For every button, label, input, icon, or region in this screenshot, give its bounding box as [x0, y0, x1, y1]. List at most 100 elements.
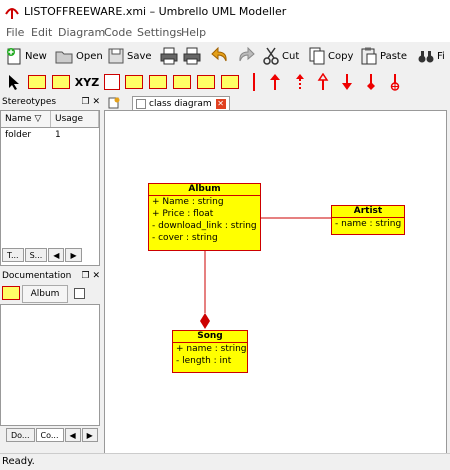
dashed-arrow-up-icon	[296, 74, 304, 90]
select-tool[interactable]	[4, 72, 24, 92]
arrow-down-tool[interactable]	[337, 72, 357, 92]
class-album-name: Album	[149, 184, 260, 196]
class-tool[interactable]	[27, 72, 47, 92]
documentation-checkbox[interactable]	[74, 288, 85, 299]
menu-code[interactable]: Code	[104, 26, 132, 39]
undo-button[interactable]	[210, 45, 230, 67]
class-album[interactable]: Album + Name : string + Price : float - …	[148, 183, 261, 251]
generalization-tool[interactable]	[244, 72, 264, 92]
row-usage: 1	[55, 130, 61, 140]
column-header-name[interactable]: Name ▽	[1, 111, 51, 127]
interface-tool[interactable]	[172, 72, 192, 92]
class-artist[interactable]: Artist - name : string	[331, 205, 405, 235]
tab-scroll-right-icon[interactable]: ▶	[65, 248, 82, 262]
template-class-tool[interactable]	[51, 72, 71, 92]
save-icon	[108, 48, 124, 64]
class-song-name: Song	[173, 331, 247, 343]
open-button[interactable]: Open	[55, 45, 103, 67]
menu-diagram[interactable]: Diagram	[58, 26, 105, 39]
paste-label: Paste	[380, 50, 407, 62]
binoculars-icon	[418, 51, 434, 63]
menu-settings[interactable]: Settings	[137, 26, 182, 39]
stereotypes-dock-title: Stereotypes ❐ ✕	[0, 94, 104, 110]
menu-edit[interactable]: Edit	[31, 26, 52, 39]
table-row[interactable]: folder 1	[1, 128, 99, 143]
find-button[interactable]: Fi	[418, 45, 445, 67]
save-label: Save	[127, 50, 152, 62]
class-artist-name: Artist	[332, 206, 404, 218]
tab-code[interactable]: Co...	[35, 428, 64, 442]
save-button[interactable]: Save	[108, 45, 152, 67]
status-bar: Ready.	[0, 453, 450, 470]
album-attr-name: + Name : string	[152, 197, 224, 207]
dashed-arrow-up-tool[interactable]	[290, 72, 310, 92]
dock-buttons[interactable]: ❐ ✕	[82, 268, 100, 284]
tab-class-diagram[interactable]: class diagram ✕	[132, 96, 230, 111]
tab-scroll-right-icon[interactable]: ▶	[81, 428, 98, 442]
component-tool[interactable]	[148, 72, 168, 92]
tab-stereotypes[interactable]: S...	[24, 248, 48, 262]
row-name: folder	[5, 130, 32, 140]
stereotypes-table-header: Name ▽ Usage	[1, 111, 99, 128]
stereotypes-title: Stereotypes	[2, 97, 57, 107]
arrow-up-tool[interactable]	[265, 72, 285, 92]
artist-attr-name: - name : string	[335, 219, 402, 229]
circle-plus-line-icon	[390, 74, 400, 91]
documentation-item-name: Album	[22, 285, 68, 303]
column-header-usage[interactable]: Usage	[51, 111, 99, 127]
associations-layer	[200, 217, 331, 329]
package-tool[interactable]	[124, 72, 144, 92]
new-button[interactable]: New	[6, 45, 47, 67]
print-preview-button[interactable]	[160, 45, 178, 67]
datatype-icon	[197, 75, 215, 89]
outline-arrow-up-tool[interactable]	[313, 72, 333, 92]
class-song[interactable]: Song + name : string - length : int	[172, 330, 248, 373]
component-icon	[149, 75, 167, 89]
aggregation-tool[interactable]	[361, 72, 381, 92]
new-document-icon	[7, 48, 21, 65]
redo-icon	[239, 47, 255, 62]
open-folder-icon	[55, 51, 73, 64]
stereotypes-table[interactable]: Name ▽ Usage folder 1	[0, 110, 100, 266]
datatype-tool[interactable]	[196, 72, 216, 92]
dock-buttons[interactable]: ❐ ✕	[82, 94, 100, 110]
enum-icon	[221, 75, 239, 89]
diagram-canvas[interactable]: Album + Name : string + Price : float - …	[104, 110, 447, 455]
documentation-text-area[interactable]	[0, 304, 100, 426]
printer-icon	[183, 47, 201, 65]
album-attr-price: + Price : float	[152, 209, 214, 219]
diagram-toolbar: XYZ	[0, 70, 450, 94]
cut-label: Cut	[282, 50, 300, 62]
menu-help[interactable]: Help	[181, 26, 206, 39]
cut-button[interactable]: Cut	[263, 45, 299, 67]
menu-file[interactable]: File	[6, 26, 24, 39]
diamond-line-icon	[367, 74, 375, 90]
tab-scroll-left-icon[interactable]: ◀	[64, 428, 81, 442]
box-icon	[104, 74, 120, 90]
sort-indicator-icon: ▽	[34, 114, 42, 124]
new-diagram-tab-button[interactable]	[104, 96, 124, 110]
enum-tool[interactable]	[220, 72, 240, 92]
tab-scroll-left-icon[interactable]: ◀	[48, 248, 65, 262]
class-icon	[2, 286, 20, 300]
composition-diamond-icon	[200, 313, 210, 329]
containment-tool[interactable]	[385, 72, 405, 92]
print-button[interactable]	[183, 45, 201, 67]
redo-button[interactable]	[236, 45, 256, 67]
tab-tree[interactable]: T...	[2, 248, 24, 262]
tab-documentation[interactable]: Do...	[6, 428, 35, 442]
new-label: New	[25, 50, 47, 62]
documentation-dock-title: Documentation ❐ ✕	[0, 268, 104, 284]
documentation-tabs: Do... Co... ◀ ▶	[6, 428, 99, 442]
box-tool[interactable]	[102, 72, 122, 92]
paste-button[interactable]: Paste	[361, 45, 407, 67]
close-tab-icon[interactable]: ✕	[215, 99, 226, 109]
xyz-tool[interactable]: XYZ	[74, 72, 100, 92]
stereotypes-tabs: T... S... ◀ ▶	[2, 248, 83, 262]
copy-button[interactable]: Copy	[309, 45, 353, 67]
album-attr-cover: - cover : string	[152, 233, 218, 243]
stereotypes-dock: Stereotypes ❐ ✕ Name ▽ Usage folder 1	[0, 94, 104, 266]
printer-icon	[160, 47, 178, 65]
documentation-title: Documentation	[2, 271, 72, 281]
arrow-up-icon	[270, 74, 280, 90]
